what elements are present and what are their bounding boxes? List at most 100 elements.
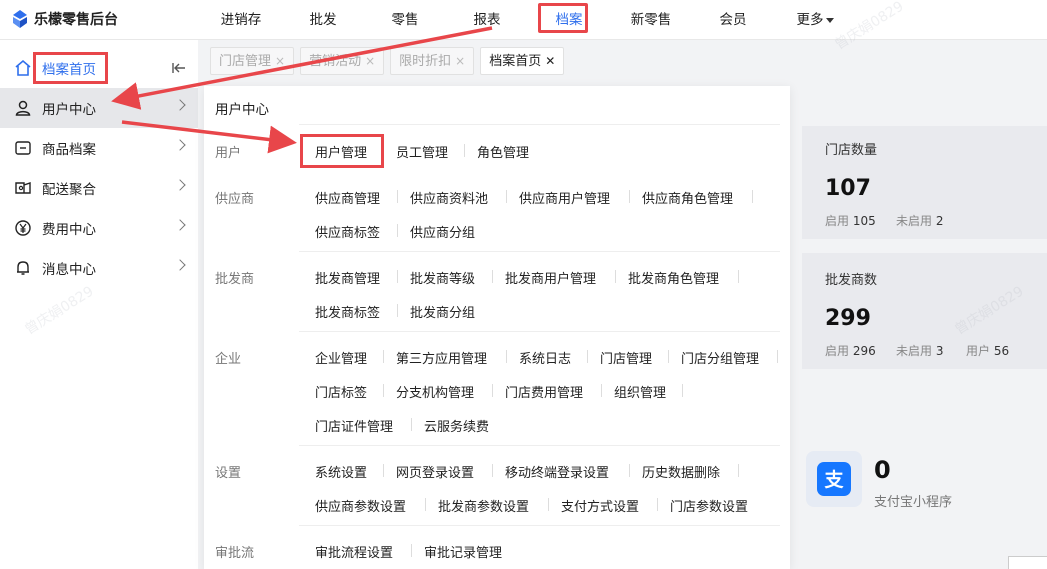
close-icon[interactable]: ×: [275, 54, 285, 68]
highlight-box: [538, 3, 588, 33]
menu-link[interactable]: 批发商等级: [410, 268, 475, 287]
bell-icon: [14, 259, 32, 277]
menu-link[interactable]: 组织管理: [614, 382, 666, 401]
nav-xinlingshou[interactable]: 新零售: [610, 0, 692, 40]
group-label-settings: 设置: [215, 466, 242, 481]
menu-link[interactable]: 第三方应用管理: [396, 348, 487, 367]
separator: [629, 464, 630, 477]
menu-link[interactable]: 云服务续费: [424, 416, 489, 435]
menu-link[interactable]: 网页登录设置: [396, 462, 474, 481]
separator: [492, 464, 493, 477]
tab-archive-home[interactable]: 档案首页 ✕: [480, 47, 565, 75]
close-icon[interactable]: ✕: [545, 54, 555, 68]
sidebar-item-fees[interactable]: 费用中心: [0, 208, 198, 248]
chevron-right-icon: [174, 139, 186, 151]
menu-link[interactable]: 供应商管理: [315, 188, 380, 207]
divider: [299, 445, 780, 446]
group-label-user: 用户: [215, 146, 242, 161]
menu-link[interactable]: 门店标签: [315, 382, 367, 401]
menu-link[interactable]: 供应商用户管理: [519, 188, 610, 207]
chevron-right-icon: [174, 179, 186, 191]
yen-icon: [14, 219, 32, 237]
separator: [587, 350, 588, 363]
nav-baobiao[interactable]: 报表: [446, 0, 528, 40]
menu-link-role-management[interactable]: 角色管理: [477, 142, 529, 161]
sidebar: 档案首页 用户中心 商品档案 配送聚合 费用中心 消息中心: [0, 40, 198, 569]
logo-icon: [13, 10, 27, 28]
card-value: 299: [825, 306, 871, 331]
menu-link[interactable]: 供应商资料池: [410, 188, 488, 207]
collapse-sidebar-icon[interactable]: [172, 61, 186, 79]
highlight-box: [33, 52, 108, 84]
menu-link[interactable]: 批发商分组: [410, 302, 475, 321]
menu-link[interactable]: 审批记录管理: [424, 542, 502, 561]
menu-link[interactable]: 供应商角色管理: [642, 188, 733, 207]
menu-link[interactable]: 历史数据删除: [642, 462, 720, 481]
menu-link[interactable]: 系统日志: [519, 348, 571, 367]
nav-lingshou[interactable]: 零售: [364, 0, 446, 40]
chevron-right-icon: [174, 99, 186, 111]
user-center-menu-panel: 用户中心 用户 用户管理 员工管理 角色管理 供应商 供应商管理 供应商资料池 …: [204, 86, 790, 569]
sidebar-item-label: 用户中心: [42, 102, 96, 118]
menu-link[interactable]: 门店费用管理: [505, 382, 583, 401]
main-nav: 进销存 批发 零售 报表 档案 新零售 会员 更多: [200, 0, 856, 40]
app-logo[interactable]: 乐檬零售后台: [12, 9, 118, 29]
top-bar: 乐檬零售后台 进销存 批发 零售 报表 档案 新零售 会员 更多: [0, 0, 1047, 40]
menu-link[interactable]: 门店参数设置: [670, 496, 748, 515]
sidebar-item-messages[interactable]: 消息中心: [0, 248, 198, 288]
sidebar-item-label: 费用中心: [42, 222, 96, 238]
sidebar-item-delivery[interactable]: 配送聚合: [0, 168, 198, 208]
menu-link[interactable]: 系统设置: [315, 462, 367, 481]
tab-store-management[interactable]: 门店管理 ×: [210, 47, 295, 75]
nav-huiyuan[interactable]: 会员: [692, 0, 774, 40]
menu-link[interactable]: 批发商管理: [315, 268, 380, 287]
group-label-supplier: 供应商: [215, 192, 255, 207]
menu-link[interactable]: 批发商用户管理: [505, 268, 596, 287]
separator: [615, 270, 616, 283]
menu-link[interactable]: 分支机构管理: [396, 382, 474, 401]
tab-flash-discount[interactable]: 限时折扣 ×: [390, 47, 475, 75]
menu-link[interactable]: 供应商分组: [410, 222, 475, 241]
menu-link[interactable]: 批发商参数设置: [438, 496, 529, 515]
menu-link[interactable]: 门店管理: [600, 348, 652, 367]
menu-link[interactable]: 供应商标签: [315, 222, 380, 241]
nav-more[interactable]: 更多: [774, 0, 856, 40]
menu-link-staff-management[interactable]: 员工管理: [396, 142, 448, 161]
menu-link[interactable]: 门店分组管理: [681, 348, 759, 367]
delivery-icon: [14, 179, 32, 197]
menu-link[interactable]: 批发商标签: [315, 302, 380, 321]
menu-link[interactable]: 门店证件管理: [315, 416, 393, 435]
menu-link[interactable]: 支付方式设置: [561, 496, 639, 515]
chevron-right-icon: [174, 259, 186, 271]
separator: [629, 190, 630, 203]
group-label-wholesaler: 批发商: [215, 272, 255, 287]
menu-link[interactable]: 批发商角色管理: [628, 268, 719, 287]
tab-marketing[interactable]: 营销活动 ×: [300, 47, 385, 75]
sidebar-item-label: 配送聚合: [42, 182, 96, 198]
stat-enabled: 启用 296: [825, 344, 876, 358]
product-icon: [14, 139, 32, 157]
sidebar-item-label: 商品档案: [42, 142, 96, 158]
sidebar-item-products[interactable]: 商品档案: [0, 128, 198, 168]
menu-link[interactable]: 审批流程设置: [315, 542, 393, 561]
separator: [492, 270, 493, 283]
close-icon[interactable]: ×: [455, 54, 465, 68]
menu-link[interactable]: 企业管理: [315, 348, 367, 367]
separator: [601, 384, 602, 397]
nav-dangan[interactable]: 档案: [528, 0, 610, 40]
miniapp-count: 0: [874, 456, 891, 484]
menu-link[interactable]: 供应商参数设置: [315, 496, 406, 515]
nav-pifa[interactable]: 批发: [282, 0, 364, 40]
sidebar-item-user-center[interactable]: 用户中心: [0, 88, 198, 128]
separator: [425, 498, 426, 511]
separator: [397, 304, 398, 317]
nav-jinxiaocun[interactable]: 进销存: [200, 0, 282, 40]
separator: [752, 190, 753, 203]
app-title: 乐檬零售后台: [34, 12, 118, 28]
close-icon[interactable]: ×: [365, 54, 375, 68]
alipay-icon[interactable]: 支: [806, 451, 862, 507]
corner-button[interactable]: [1008, 556, 1047, 569]
menu-link[interactable]: 移动终端登录设置: [505, 462, 609, 481]
separator: [383, 384, 384, 397]
miniapp-label: 支付宝小程序: [874, 495, 953, 510]
